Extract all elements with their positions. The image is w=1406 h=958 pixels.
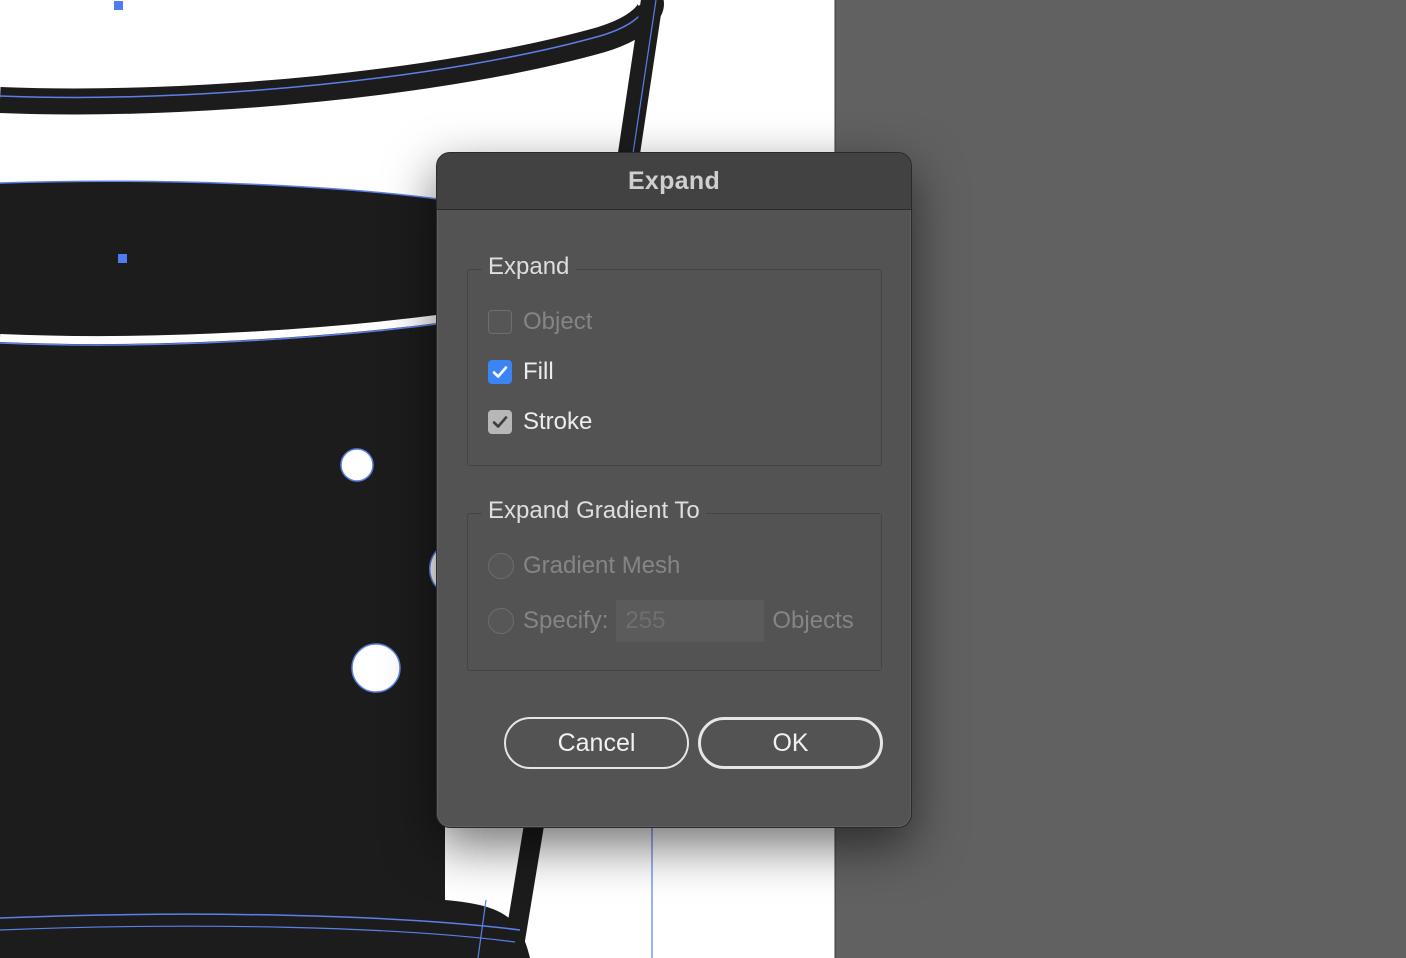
specify-option: Specify: 255 Objects bbox=[488, 600, 854, 642]
anchor-point bbox=[114, 1, 123, 10]
objects-label: Objects bbox=[772, 607, 854, 634]
object-checkbox bbox=[488, 310, 512, 334]
expand-group-label: Expand bbox=[482, 253, 576, 281]
gradient-mesh-radio bbox=[488, 553, 514, 579]
anchor-point bbox=[118, 254, 127, 263]
expand-dialog: Expand Expand Object Fill Stroke Expand … bbox=[436, 152, 912, 828]
object-label: Object bbox=[523, 308, 593, 335]
fill-checkbox[interactable] bbox=[488, 360, 512, 384]
fill-label[interactable]: Fill bbox=[523, 358, 554, 386]
object-option: Object bbox=[488, 308, 592, 336]
specify-radio bbox=[488, 608, 514, 634]
gradient-mesh-label: Gradient Mesh bbox=[523, 552, 681, 579]
dot-shape bbox=[340, 448, 374, 482]
stroke-option[interactable]: Stroke bbox=[488, 408, 592, 436]
dialog-titlebar[interactable]: Expand bbox=[437, 153, 911, 210]
expand-gradient-group: Expand Gradient To Gradient Mesh Specify… bbox=[467, 497, 882, 671]
stroke-checkbox[interactable] bbox=[488, 410, 512, 434]
gradient-group-label: Expand Gradient To bbox=[482, 497, 706, 525]
fill-option[interactable]: Fill bbox=[488, 358, 554, 386]
stroke-label[interactable]: Stroke bbox=[523, 408, 592, 436]
expand-options-group: Expand Object Fill Stroke bbox=[467, 253, 882, 466]
ok-button[interactable]: OK bbox=[698, 717, 883, 769]
dot-shape bbox=[351, 643, 401, 693]
gradient-mesh-option: Gradient Mesh bbox=[488, 552, 680, 580]
specify-label: Specify: bbox=[523, 607, 609, 634]
checkmark-icon bbox=[492, 366, 508, 378]
cancel-button[interactable]: Cancel bbox=[504, 717, 689, 769]
checkmark-icon bbox=[492, 416, 508, 428]
dialog-title: Expand bbox=[627, 166, 721, 195]
specify-objects-input: 255 bbox=[616, 600, 765, 642]
